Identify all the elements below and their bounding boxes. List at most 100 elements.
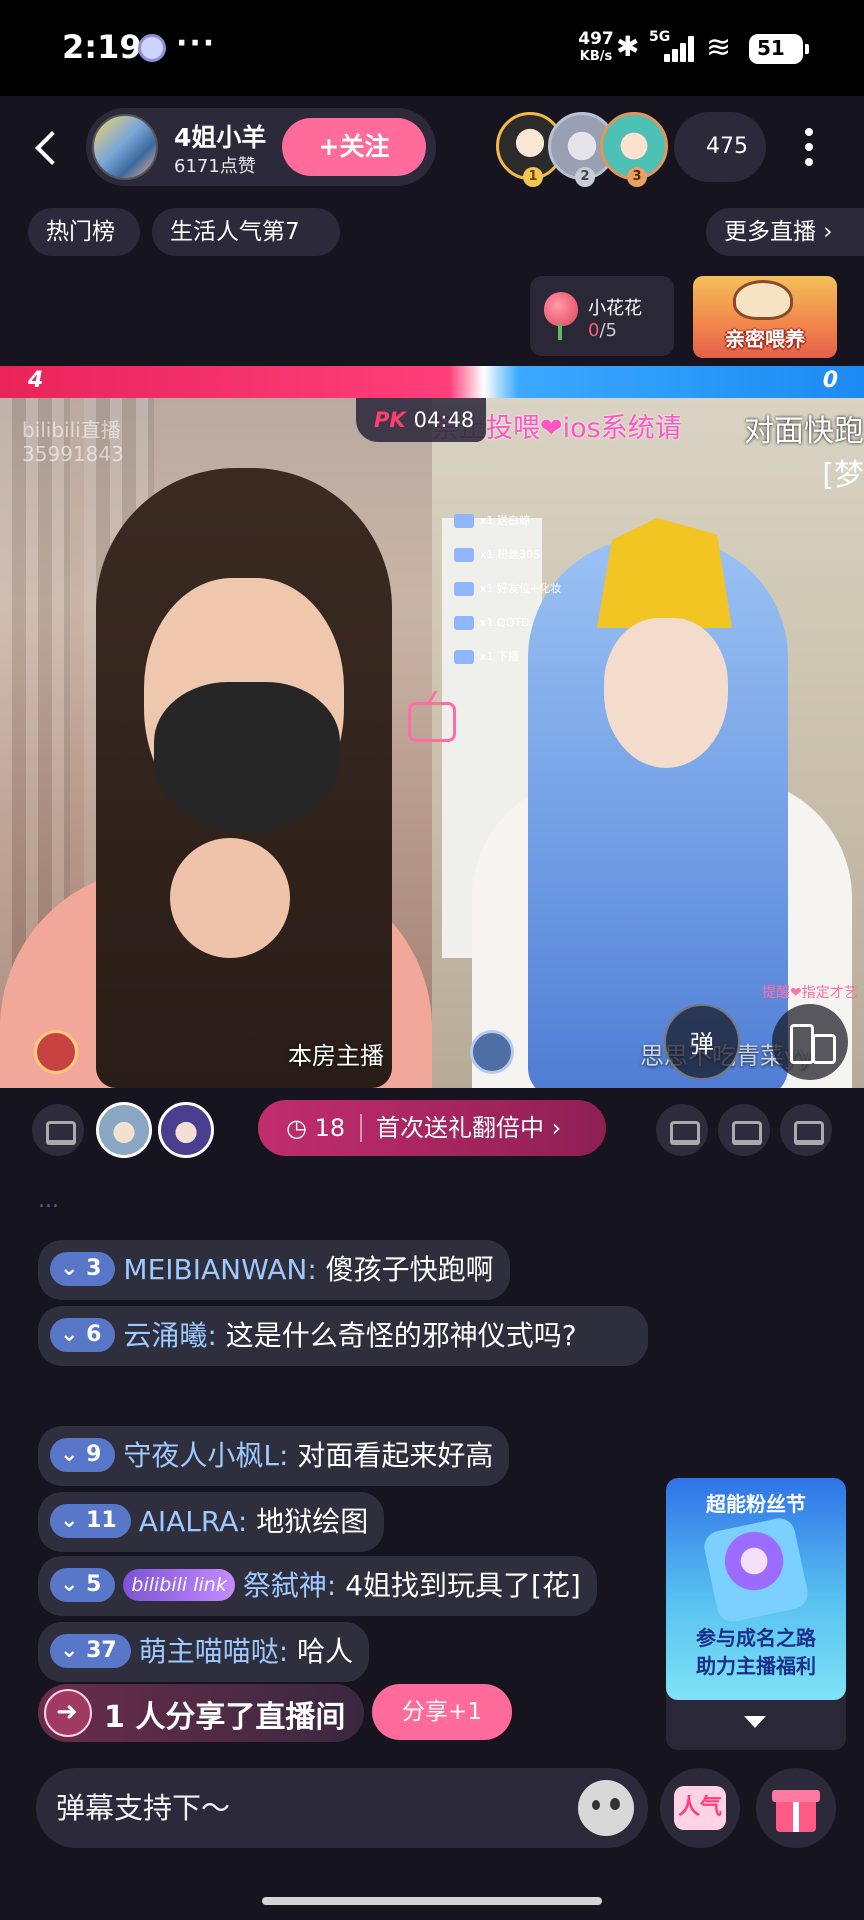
danmu-input-bar[interactable] — [36, 1768, 648, 1848]
intimate-feed-banner[interactable]: 亲密喂养 — [693, 276, 837, 358]
back-button[interactable] — [28, 122, 68, 172]
fan-rank: 3 — [627, 167, 647, 187]
top-fan-avatar[interactable]: 3 — [600, 112, 668, 187]
category-rank-chip[interactable]: 生活人气第7 — [152, 208, 340, 256]
empty-seat-icon[interactable] — [718, 1104, 770, 1156]
empty-seat-icon[interactable] — [32, 1104, 84, 1156]
home-indicator[interactable] — [262, 1897, 602, 1905]
user-level-badge: 37 — [50, 1634, 131, 1668]
popularity-button[interactable]: 人气 — [660, 1768, 740, 1848]
chat-message[interactable]: 37萌主喵喵哒: 哈人 — [38, 1622, 370, 1682]
host-mask — [154, 682, 340, 832]
gift-menu-item: x1 下播 — [454, 640, 561, 674]
host-hand — [170, 838, 290, 958]
emoji-icon[interactable] — [578, 1780, 634, 1836]
opponent-overlay-white: 对面快跑 — [744, 414, 864, 449]
chat-username[interactable]: AIALRA: — [139, 1505, 248, 1538]
opponent-face — [604, 618, 728, 768]
fan-festival-text: 参与成名之路 助力主播福利 — [666, 1624, 846, 1680]
first-gift-promo[interactable]: ◷ 18 首次送礼翻倍中 › — [258, 1100, 606, 1156]
flower-gift-task[interactable]: 小花花 0/5 — [530, 276, 674, 356]
signal-icon — [664, 36, 696, 62]
audience-avatar[interactable] — [158, 1102, 214, 1158]
chat-username[interactable]: 守夜人小枫L: — [123, 1439, 288, 1472]
chat-text: 地狱绘图 — [247, 1505, 369, 1538]
user-level-badge: 5 — [50, 1568, 116, 1602]
status-time: 2:19 — [62, 28, 142, 66]
pk-score-right: 0 — [822, 368, 838, 393]
fan-festival-art[interactable]: 超能粉丝节 参与成名之路 助力主播福利 — [666, 1478, 846, 1700]
hot-rank-chip[interactable]: 热门榜 — [28, 208, 140, 256]
chat-message[interactable]: 11AIALRA: 地狱绘图 — [38, 1492, 385, 1552]
flower-icon — [540, 290, 582, 342]
chat-text: 哈人 — [288, 1635, 354, 1668]
fan-rank: 1 — [523, 167, 543, 187]
network-speed-unit: KB/s — [579, 49, 613, 64]
more-menu-icon[interactable] — [794, 120, 824, 174]
battery-icon: 51 — [749, 34, 809, 64]
screen-layout-button[interactable] — [772, 1004, 848, 1080]
cat-mascot-icon — [733, 280, 793, 320]
fan-festival-line: 参与成名之路 — [696, 1626, 816, 1650]
opponent-gift-menu: x1 送白鲸 x1 粉丝30S x1 好友位+化妆 x1 QQTD x1 下播 — [454, 504, 561, 674]
danmu-input[interactable] — [56, 1768, 536, 1848]
bluetooth-icon: ✱ — [616, 30, 640, 63]
chat-username[interactable]: 云涌曦: — [123, 1319, 216, 1352]
gift-menu-item: x1 好友位+化妆 — [454, 572, 561, 606]
chat-message[interactable]: 9守夜人小枫L: 对面看起来好高 — [38, 1426, 510, 1486]
fan-festival-title: 超能粉丝节 — [706, 1492, 806, 1516]
streamer-likes: 6171点赞 — [174, 156, 256, 177]
more-live-button[interactable]: 更多直播 › — [706, 208, 864, 256]
chat-faded-message: ... — [38, 1190, 59, 1212]
fan-rank: 2 — [575, 167, 595, 187]
share-button[interactable]: 分享+1 — [372, 1684, 512, 1740]
flower-name: 小花花 — [588, 298, 642, 319]
share-arrow-icon — [44, 1689, 92, 1737]
pk-score-left: 4 — [28, 368, 44, 393]
tv-icon — [408, 702, 456, 742]
feed-banner-label: 亲密喂养 — [725, 327, 805, 351]
chat-text: 傻孩子快跑啊 — [316, 1253, 494, 1286]
host-level-badge-icon — [34, 1030, 78, 1074]
user-level-badge: 9 — [50, 1438, 116, 1472]
chat-message[interactable]: 6云涌曦: 这是什么奇怪的邪神仪式吗? — [38, 1306, 648, 1366]
collapse-arrow-icon[interactable] — [744, 1716, 766, 1728]
audience-avatar[interactable] — [96, 1102, 152, 1158]
pk-icon: PK — [374, 408, 406, 432]
opponent-tag: 提醒❤指定才艺 — [762, 985, 858, 1001]
chat-username[interactable]: 萌主喵喵哒: — [139, 1635, 288, 1668]
video-left-host[interactable]: bilibili直播 35991843 — [0, 398, 432, 1088]
trophy-icon — [701, 1515, 811, 1625]
empty-seat-icon[interactable] — [656, 1104, 708, 1156]
chat-message[interactable]: 3MEIBIANWAN: 傻孩子快跑啊 — [38, 1240, 510, 1300]
flower-progress: 0/5 — [588, 320, 617, 341]
pk-timer: PK 04:48 — [356, 398, 486, 442]
chat-username[interactable]: 祭弑神: — [243, 1569, 336, 1602]
promo-divider — [360, 1114, 362, 1142]
chat-message[interactable]: 5bilibili link祭弑神: 4姐找到玩具了[花] — [38, 1556, 597, 1616]
gift-menu-item: x1 粉丝30S — [454, 538, 561, 572]
watermark-room-id: 35991843 — [22, 442, 124, 466]
bilibili-link-badge: bilibili link — [123, 1569, 235, 1601]
chat-text: 这是什么奇怪的邪神仪式吗? — [216, 1319, 577, 1352]
empty-seat-icon[interactable] — [780, 1104, 832, 1156]
promo-timer: ◷ 18 — [286, 1114, 346, 1142]
network-speed: 497 KB/s — [570, 30, 622, 66]
danmu-toggle-button[interactable]: 弹 — [664, 1004, 740, 1080]
streamer-name: 4姐小羊 — [174, 123, 267, 152]
gift-icon[interactable] — [756, 1768, 836, 1848]
follow-button[interactable]: +关注 — [282, 118, 426, 176]
share-count: 1 — [104, 1700, 125, 1735]
streamer-avatar[interactable] — [92, 114, 158, 180]
fan-festival-banner[interactable]: 超能粉丝节 参与成名之路 助力主播福利 — [666, 1478, 846, 1750]
promo-text: 首次送礼翻倍中 › — [376, 1114, 562, 1142]
user-level-badge: 11 — [50, 1504, 131, 1538]
chat-username[interactable]: MEIBIANWAN: — [123, 1253, 316, 1286]
streamer-info[interactable]: 4姐小羊 6171点赞 +关注 — [86, 108, 436, 186]
status-bar: 2:19 ··· 497 KB/s ✱ 5G ≋ 51 — [0, 0, 864, 96]
viewer-count[interactable]: 475 — [674, 112, 766, 182]
gift-menu-item: x1 QQTD — [454, 606, 561, 640]
chat-text: 对面看起来好高 — [288, 1439, 494, 1472]
promo-timer-value: 18 — [314, 1114, 346, 1142]
more-notifications-icon: ··· — [176, 26, 217, 61]
